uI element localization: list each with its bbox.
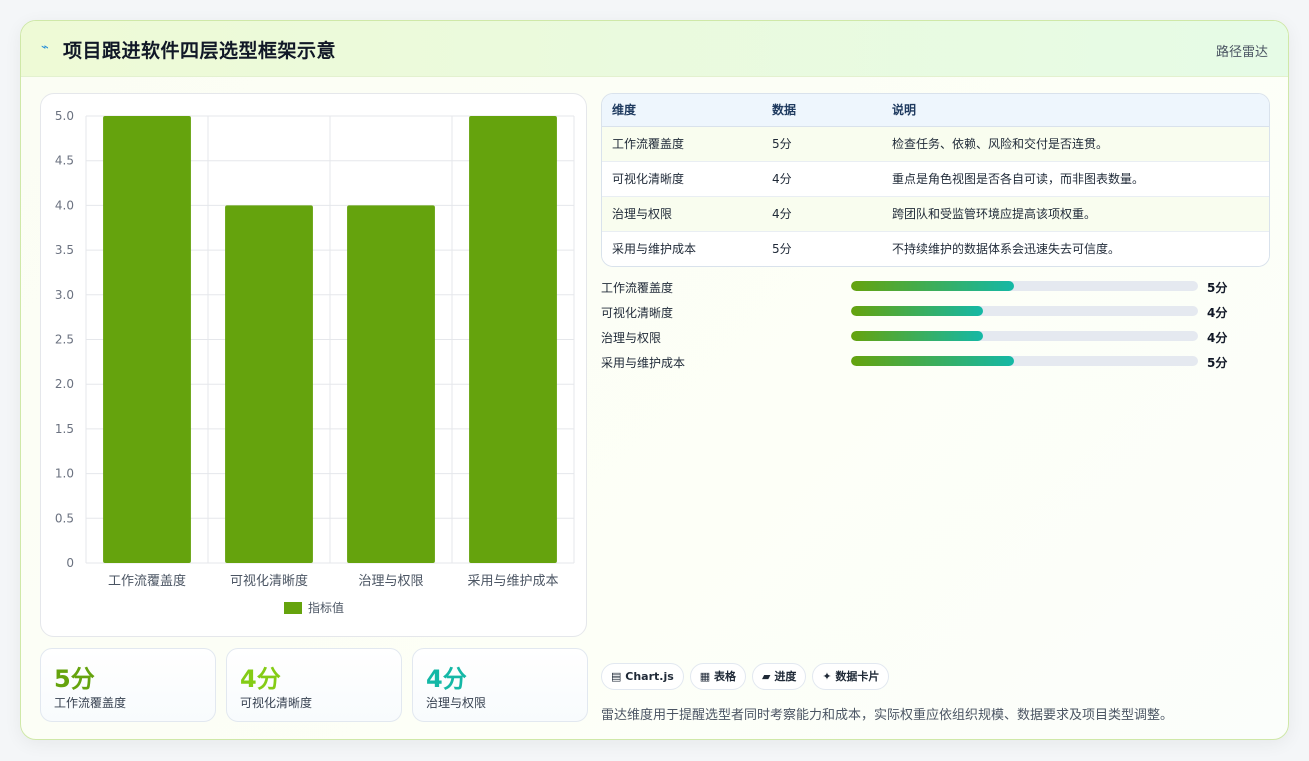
table-cell: 检查任务、依赖、风险和交付是否连贯。 bbox=[882, 126, 1269, 162]
table-cell: 工作流覆盖度 bbox=[602, 126, 762, 162]
progress-row: 采用与维护成本 5分 bbox=[601, 353, 1270, 378]
progress-track bbox=[851, 306, 1198, 316]
bar bbox=[469, 116, 557, 563]
progress-value: 4分 bbox=[1207, 306, 1228, 320]
bar bbox=[103, 116, 191, 563]
header: ⌁ 项目跟进软件四层选型框架示意 路径雷达 bbox=[21, 21, 1288, 77]
x-tick-label: 治理与权限 bbox=[358, 573, 423, 589]
stat-value: 4分 bbox=[240, 665, 281, 693]
y-tick-label: 4.5 bbox=[55, 154, 74, 168]
table-cell: 治理与权限 bbox=[602, 196, 762, 232]
progress-value: 5分 bbox=[1207, 281, 1228, 295]
chip-label: 进度 bbox=[774, 670, 797, 683]
progress-label: 治理与权限 bbox=[601, 331, 662, 345]
progress-icon: ▰ bbox=[762, 670, 771, 683]
progress-row: 治理与权限 4分 bbox=[601, 328, 1270, 353]
table-cell: 可视化清晰度 bbox=[602, 161, 762, 197]
y-tick-label: 0 bbox=[66, 556, 74, 570]
stat-label: 可视化清晰度 bbox=[240, 696, 313, 710]
col-header: 说明 bbox=[882, 94, 1269, 127]
table-icon: ▦ bbox=[699, 670, 711, 683]
y-tick-label: 3.0 bbox=[55, 288, 74, 302]
table-cell: 采用与维护成本 bbox=[602, 231, 762, 266]
footer-note: 雷达维度用于提醒选型者同时考察能力和成本，实际权重应依组织规模、数据要求及项目类… bbox=[601, 708, 1174, 723]
chip-label: 数据卡片 bbox=[835, 670, 880, 683]
stat-value: 5分 bbox=[54, 665, 95, 693]
chart-line-icon: ⌁ bbox=[41, 40, 49, 55]
stat-card-governance: 4分 治理与权限 bbox=[412, 648, 588, 722]
table-row: 可视化清晰度 4分 重点是角色视图是否各自可读，而非图表数量。 bbox=[602, 161, 1269, 197]
y-tick-label: 2.5 bbox=[55, 333, 74, 347]
data-table: 维度 数据 说明 工作流覆盖度 5分 检查任务、依赖、风险和交付是否连贯。 可视… bbox=[601, 93, 1270, 267]
card-icon: ✦ bbox=[822, 670, 832, 683]
page-title: 项目跟进软件四层选型框架示意 bbox=[63, 40, 337, 62]
header-link[interactable]: 路径雷达 bbox=[1216, 41, 1268, 60]
progress-label: 工作流覆盖度 bbox=[601, 281, 674, 295]
progress-fill bbox=[851, 306, 983, 316]
y-tick-label: 1.0 bbox=[55, 467, 74, 481]
y-tick-label: 2.0 bbox=[55, 377, 74, 391]
chip-table[interactable]: ▦ 表格 bbox=[689, 663, 747, 690]
stat-card-visual: 4分 可视化清晰度 bbox=[226, 648, 402, 722]
progress-row: 工作流覆盖度 5分 bbox=[601, 278, 1270, 303]
progress-label: 采用与维护成本 bbox=[601, 356, 686, 370]
progress-value: 5分 bbox=[1207, 356, 1228, 370]
x-tick-label: 工作流覆盖度 bbox=[108, 573, 186, 589]
y-tick-label: 4.0 bbox=[55, 198, 74, 212]
stat-value: 4分 bbox=[426, 665, 467, 693]
y-tick-label: 0.5 bbox=[55, 511, 74, 525]
progress-track bbox=[851, 356, 1198, 366]
table-row: 工作流覆盖度 5分 检查任务、依赖、风险和交付是否连贯。 bbox=[602, 126, 1269, 162]
y-tick-label: 3.5 bbox=[55, 243, 74, 257]
table-cell: 5分 bbox=[762, 126, 882, 162]
col-header: 数据 bbox=[762, 94, 882, 127]
chip-label: Chart.js bbox=[625, 670, 674, 683]
bar bbox=[225, 205, 313, 563]
legend-swatch bbox=[284, 602, 302, 614]
main-card: ⌁ 项目跟进软件四层选型框架示意 路径雷达 0 0.5 1.0 1.5 2.0 2.5 3.… bbox=[20, 20, 1289, 740]
progress-track bbox=[851, 281, 1198, 291]
stat-card-workflow: 5分 工作流覆盖度 bbox=[40, 648, 216, 722]
progress-fill bbox=[851, 331, 983, 341]
stat-label: 治理与权限 bbox=[426, 696, 487, 710]
table-cell: 跨团队和受监管环境应提高该项权重。 bbox=[882, 196, 1269, 232]
col-header: 维度 bbox=[602, 94, 762, 127]
table-cell: 重点是角色视图是否各自可读，而非图表数量。 bbox=[882, 161, 1269, 197]
stat-label: 工作流覆盖度 bbox=[54, 696, 127, 710]
progress-value: 4分 bbox=[1207, 331, 1228, 345]
chip-progress[interactable]: ▰ 进度 bbox=[752, 663, 807, 690]
progress-track bbox=[851, 331, 1198, 341]
x-tick-label: 采用与维护成本 bbox=[467, 574, 558, 589]
table-cell: 4分 bbox=[762, 161, 882, 197]
legend-label: 指标值 bbox=[308, 600, 344, 615]
y-tick-label: 1.5 bbox=[55, 422, 74, 436]
chip-chartjs[interactable]: ▤ Chart.js bbox=[601, 663, 684, 690]
chip-label: 表格 bbox=[714, 670, 737, 683]
x-tick-label: 可视化清晰度 bbox=[230, 573, 308, 589]
progress-label: 可视化清晰度 bbox=[601, 306, 674, 320]
table-cell: 5分 bbox=[762, 231, 882, 266]
table-row: 治理与权限 4分 跨团队和受监管环境应提高该项权重。 bbox=[602, 196, 1269, 232]
bar-chart: 0 0.5 1.0 1.5 2.0 2.5 3.0 3.5 4.0 4.5 5.0 工作流覆盖度 可视化… bbox=[40, 93, 587, 637]
bar bbox=[347, 205, 435, 563]
table-cell: 不持续维护的数据体系会迅速失去可信度。 bbox=[882, 231, 1269, 266]
chip-data-card[interactable]: ✦ 数据卡片 bbox=[812, 663, 890, 690]
progress-fill bbox=[851, 356, 1015, 366]
progress-row: 可视化清晰度 4分 bbox=[601, 303, 1270, 328]
table-cell: 4分 bbox=[762, 196, 882, 232]
tag-chips: ▤ Chart.js ▦ 表格 ▰ 进度 ✦ 数据卡片 bbox=[601, 663, 895, 690]
y-tick-label: 5.0 bbox=[55, 109, 74, 123]
progress-fill bbox=[851, 281, 1015, 291]
bar-chart-icon: ▤ bbox=[611, 670, 622, 683]
bar-chart-svg: 0 0.5 1.0 1.5 2.0 2.5 3.0 3.5 4.0 4.5 5.0 工作流覆盖度 可视化… bbox=[55, 109, 575, 615]
table-header-row: 维度 数据 说明 bbox=[602, 94, 1269, 127]
table-row: 采用与维护成本 5分 不持续维护的数据体系会迅速失去可信度。 bbox=[602, 231, 1269, 266]
progress-list: 工作流覆盖度 5分 可视化清晰度 4分 治理与权限 4分 采用与维护成本 5分 bbox=[601, 278, 1270, 378]
